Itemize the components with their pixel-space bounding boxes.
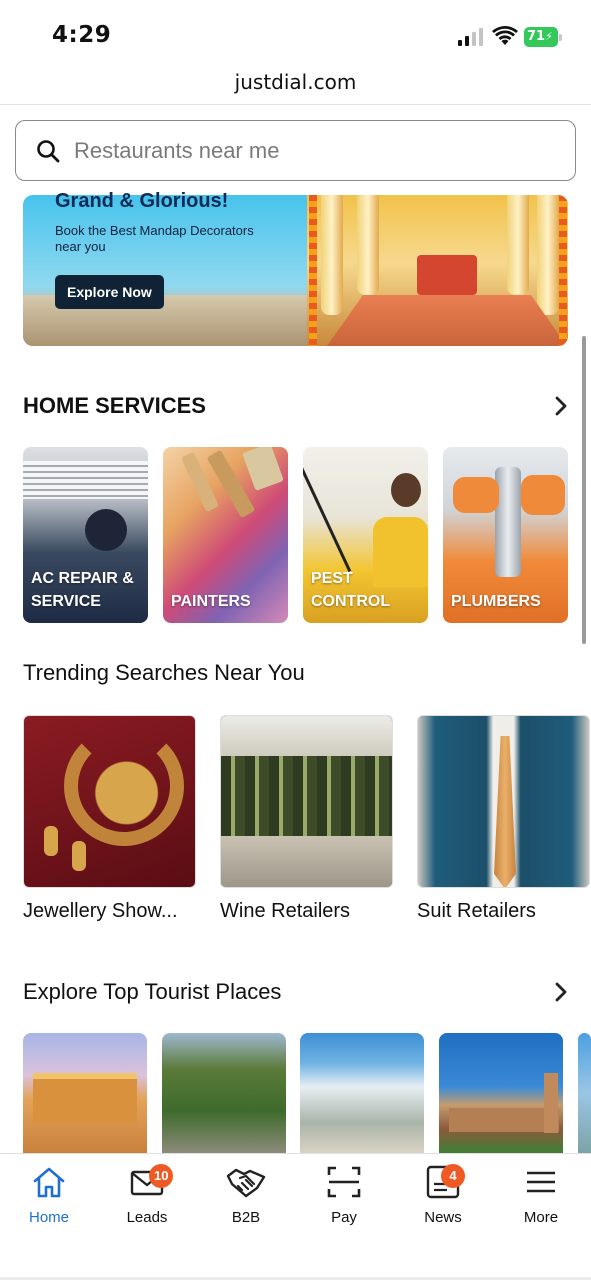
handshake-icon <box>226 1168 266 1198</box>
nav-news[interactable]: 4 News <box>403 1164 483 1244</box>
promo-banner[interactable] <box>23 195 568 346</box>
service-card-ac-repair[interactable]: AC REPAIR & SERVICE <box>23 447 148 623</box>
divider <box>0 104 591 105</box>
nav-b2b[interactable]: B2B <box>206 1164 286 1244</box>
explore-now-button[interactable]: Explore Now <box>55 275 164 309</box>
tourist-card-academy[interactable] <box>439 1033 563 1153</box>
service-card-pest-control[interactable]: PEST CONTROL <box>303 447 428 623</box>
nav-more[interactable]: More <box>501 1164 581 1244</box>
home-icon <box>33 1167 65 1198</box>
banner-subtitle: Book the Best Mandap Decorators near you <box>55 223 254 254</box>
tourist-card-palace[interactable] <box>23 1033 147 1153</box>
nav-label: More <box>523 1209 559 1226</box>
chevron-right-icon[interactable] <box>553 395 569 417</box>
nav-home[interactable]: Home <box>9 1164 89 1244</box>
trending-card-jewellery[interactable] <box>23 715 196 888</box>
trending-card-wine[interactable] <box>220 715 393 888</box>
search-icon <box>37 140 60 163</box>
trending-label: Suit Retailers <box>417 900 536 922</box>
nav-label: Pay <box>331 1209 357 1226</box>
tourist-card-hills[interactable] <box>162 1033 286 1153</box>
trending-card-suit[interactable] <box>417 715 590 888</box>
service-label: PEST CONTROL <box>311 570 391 610</box>
banner-mandap-image <box>307 195 568 346</box>
scan-icon <box>327 1166 361 1198</box>
chevron-right-icon[interactable] <box>553 981 569 1003</box>
home-services-title: HOME SERVICES <box>23 393 206 418</box>
scrollbar[interactable] <box>582 336 586 644</box>
search-input[interactable] <box>74 131 554 171</box>
nav-label: News <box>424 1209 462 1226</box>
leads-badge: 10 <box>149 1164 174 1188</box>
nav-label: B2B <box>231 1209 261 1226</box>
nav-leads[interactable]: 10 Leads <box>107 1164 187 1244</box>
nav-label: Home <box>28 1209 69 1226</box>
service-label: PLUMBERS <box>451 593 541 610</box>
status-bar: 4:29 71⚡ <box>0 0 591 66</box>
service-card-painters[interactable]: PAINTERS <box>163 447 288 623</box>
menu-icon <box>527 1171 555 1193</box>
wifi-icon <box>492 26 518 45</box>
cellular-signal-icon <box>458 28 483 46</box>
nav-pay[interactable]: Pay <box>304 1164 384 1244</box>
service-label: AC REPAIR & SERVICE <box>31 570 134 610</box>
trending-label: Wine Retailers <box>220 900 351 922</box>
trending-label: Jewellery Show... <box>23 900 178 922</box>
battery-icon: 71⚡ <box>524 27 562 47</box>
status-time: 4:29 <box>52 22 112 48</box>
service-card-plumbers[interactable]: PLUMBERS <box>443 447 568 623</box>
trending-title: Trending Searches Near You <box>23 660 305 685</box>
tourist-card-partial[interactable] <box>578 1033 591 1153</box>
bottom-nav: Home 10 Leads B2B Pay 4 News More <box>0 1153 591 1280</box>
tourist-places-title: Explore Top Tourist Places <box>23 979 282 1004</box>
banner-title: Grand & Glorious! <box>55 190 229 212</box>
search-box[interactable] <box>15 120 576 181</box>
battery-level: 71 <box>527 29 546 44</box>
tourist-card-snow-town[interactable] <box>300 1033 424 1153</box>
service-label: PAINTERS <box>171 593 251 610</box>
news-badge: 4 <box>441 1164 465 1188</box>
browser-url[interactable]: justdial.com <box>0 70 591 94</box>
nav-label: Leads <box>126 1209 168 1226</box>
